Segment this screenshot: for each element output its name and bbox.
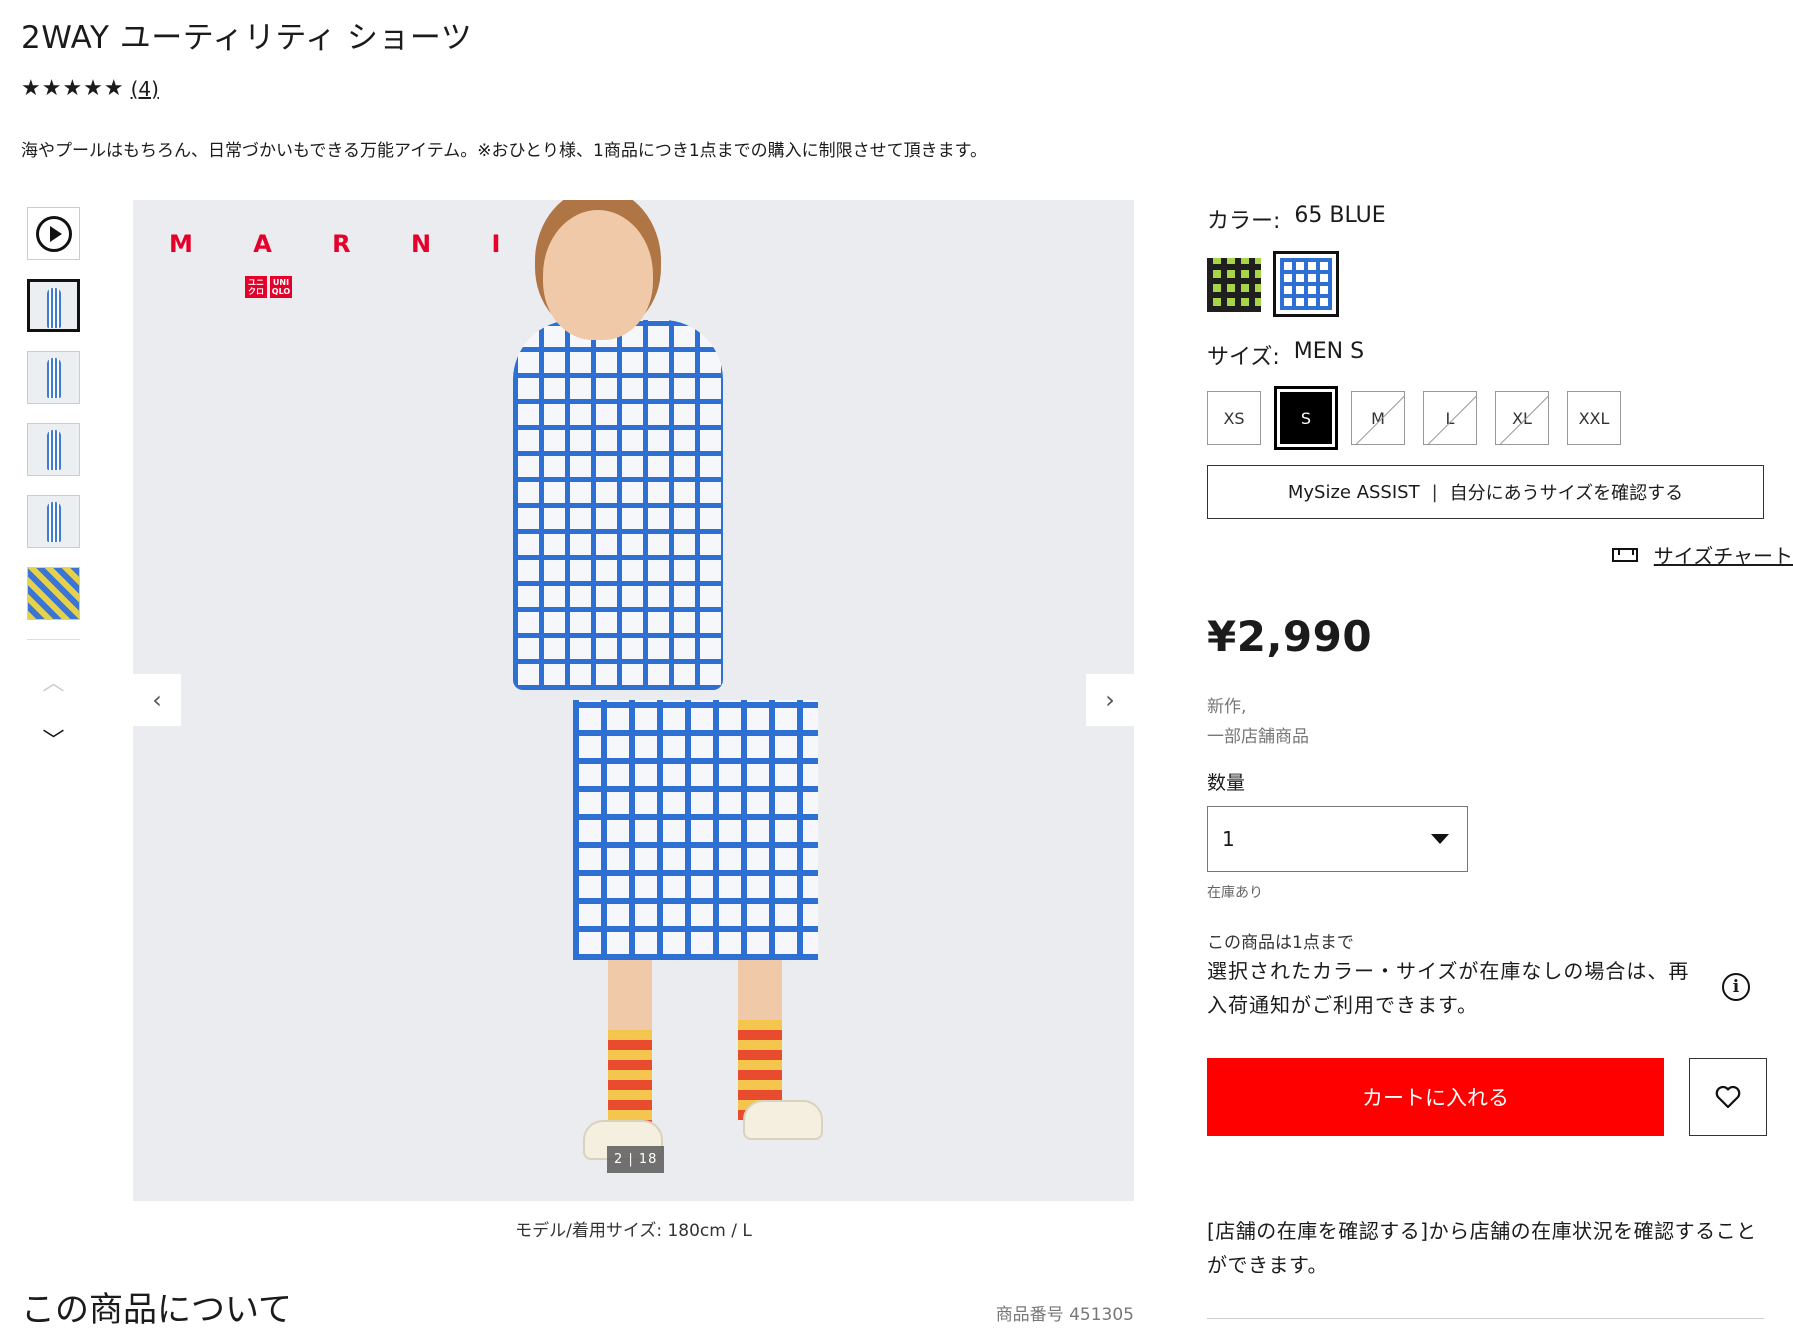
- size-button-s[interactable]: S: [1274, 386, 1338, 450]
- thumbnail-figure: [46, 288, 61, 328]
- thumbnail-figure: [46, 430, 61, 470]
- price: ¥2,990: [1207, 612, 1373, 661]
- color-swatches: [1207, 251, 1764, 317]
- model-shoe-right: [743, 1100, 823, 1140]
- size-button-xs[interactable]: XS: [1207, 391, 1261, 445]
- add-to-cart-button[interactable]: カートに入れる: [1207, 1058, 1664, 1136]
- model-head: [543, 210, 653, 340]
- badge-limited-stores: 一部店舗商品: [1207, 727, 1309, 747]
- thumbnail-figure: [46, 502, 61, 542]
- model-sock-left: [608, 1030, 652, 1130]
- caret-down-icon: [1431, 834, 1449, 844]
- thumbnail-down-arrow-icon[interactable]: ﹀: [27, 724, 80, 754]
- rating-stars: ★★★★★: [21, 76, 125, 101]
- image-caption: モデル/着用サイズ: 180cm / L: [515, 1221, 752, 1241]
- stock-status: 在庫あり: [1207, 885, 1263, 901]
- thumbnail-divider: [27, 639, 80, 640]
- size-label: サイズ:: [1207, 345, 1280, 370]
- thumbnail-up-arrow-icon[interactable]: ︿: [27, 666, 80, 696]
- thumbnail-image[interactable]: [27, 567, 80, 620]
- marni-logo: M A R N I: [169, 230, 527, 258]
- model-jacket: [513, 320, 723, 690]
- mysize-separator: |: [1431, 481, 1438, 503]
- size-button-xl[interactable]: XL: [1495, 391, 1549, 445]
- rating: ★★★★★ (4): [21, 76, 159, 101]
- play-icon: [35, 215, 72, 252]
- color-value: 65 BLUE: [1294, 203, 1386, 228]
- thumbnail-image[interactable]: [27, 279, 80, 332]
- uniqlo-logo-jp: ユニ クロ: [245, 276, 267, 298]
- mysize-text: 自分にあうサイズを確認する: [1449, 483, 1684, 504]
- about-section-title: この商品について: [21, 1290, 292, 1330]
- product-description: 海やプールはもちろん、日常づかいもできる万能アイテム。※おひとり様、1商品につき…: [21, 141, 987, 161]
- size-button-m[interactable]: M: [1351, 391, 1405, 445]
- size-button-xxl[interactable]: XXL: [1567, 391, 1621, 445]
- size-chart-label: サイズチャート: [1653, 544, 1793, 568]
- badge-new: 新作,: [1207, 697, 1247, 717]
- quantity-select[interactable]: 1: [1207, 806, 1468, 872]
- color-swatch-blue-pattern: [1280, 258, 1332, 310]
- color-swatch-green[interactable]: [1207, 258, 1261, 312]
- favorite-button[interactable]: [1689, 1058, 1767, 1136]
- thumbnail-figure: [46, 358, 61, 398]
- size-chart-link[interactable]: サイズチャート: [1611, 540, 1793, 569]
- chevron-right-icon[interactable]: ›: [1086, 674, 1134, 726]
- thumbnail-list: ︿ ﹀: [27, 207, 82, 754]
- product-badges: 新作, 一部店舗商品: [1207, 692, 1764, 752]
- size-button-l[interactable]: L: [1423, 391, 1477, 445]
- main-product-image: M A R N I ユニ クロ UNI QLO ‹ › 2 | 18: [133, 200, 1134, 1201]
- size-label-row: サイズ: MEN S: [1207, 339, 1764, 371]
- thumbnail-image[interactable]: [27, 495, 80, 548]
- size-options: XS S M L XL XXL: [1207, 386, 1764, 450]
- quantity-label: 数量: [1207, 772, 1246, 794]
- store-stock-note: [店舗の在庫を確認する]から店舗の在庫状況を確認することができます。: [1207, 1219, 1757, 1277]
- review-count-link[interactable]: (4): [131, 77, 159, 101]
- color-label-row: カラー: 65 BLUE: [1207, 203, 1764, 235]
- thumbnail-image[interactable]: [27, 351, 80, 404]
- info-icon[interactable]: i: [1722, 973, 1750, 1001]
- thumbnail-image[interactable]: [27, 423, 80, 476]
- chevron-left-icon[interactable]: ‹: [133, 674, 181, 726]
- product-number: 商品番号 451305: [995, 1305, 1134, 1325]
- size-value: MEN S: [1293, 339, 1365, 364]
- image-counter: 2 | 18: [607, 1146, 665, 1173]
- restock-note: 選択されたカラー・サイズが在庫なしの場合は、再入荷通知がご利用できます。: [1207, 959, 1690, 1017]
- mysize-brand: MySize ASSIST: [1287, 481, 1420, 503]
- heart-icon: [1715, 1085, 1741, 1109]
- color-label: カラー:: [1207, 209, 1281, 234]
- product-title: 2WAY ユーティリティ ショーツ: [21, 20, 473, 56]
- model-shorts: [573, 700, 818, 960]
- color-swatch-blue[interactable]: [1273, 251, 1339, 317]
- video-thumbnail[interactable]: [27, 207, 80, 260]
- uniqlo-logo-en: UNI QLO: [270, 276, 292, 298]
- purchase-limit-note: この商品は1点まで: [1207, 933, 1354, 953]
- model-figure: [513, 200, 833, 1201]
- mysize-assist-button[interactable]: MySize ASSIST | 自分にあうサイズを確認する: [1207, 465, 1764, 519]
- divider: [1207, 1318, 1764, 1319]
- uniqlo-logo: ユニ クロ UNI QLO: [245, 276, 292, 298]
- ruler-icon: [1611, 547, 1638, 562]
- quantity-value: 1: [1222, 827, 1235, 851]
